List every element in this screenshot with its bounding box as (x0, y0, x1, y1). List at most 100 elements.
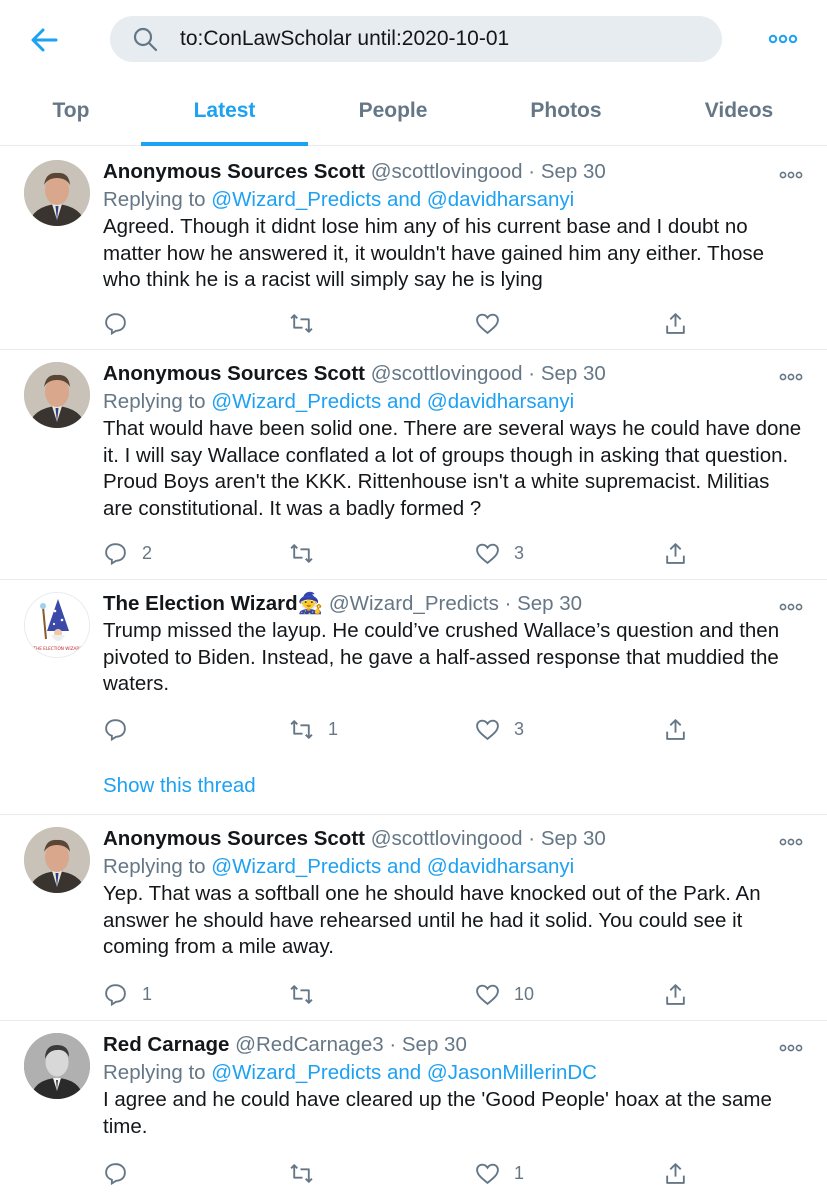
author-name[interactable]: The Election Wizard (103, 592, 298, 615)
show-thread-link[interactable]: Show this thread (103, 774, 256, 798)
search-query[interactable]: to:ConLawScholar until:2020-10-01 (180, 27, 509, 51)
like-button[interactable]: 1 (475, 1158, 524, 1188)
man-portrait-avatar[interactable] (24, 362, 90, 428)
author-name[interactable]: Anonymous Sources Scott (103, 160, 365, 183)
retweet-button[interactable] (289, 538, 328, 568)
tweet-date[interactable]: Sep 30 (541, 160, 606, 183)
share-button[interactable] (663, 538, 688, 568)
heart-icon (476, 984, 499, 1005)
share-icon (666, 718, 685, 740)
retweet-icon (290, 543, 313, 563)
like-count: 10 (514, 983, 535, 1004)
tweet[interactable]: Anonymous Sources Scott @scottlovingood … (0, 815, 827, 1021)
tweet-date[interactable]: Sep 30 (402, 1033, 467, 1056)
author-name[interactable]: Anonymous Sources Scott (103, 827, 365, 850)
more-options-icon[interactable] (768, 32, 798, 46)
active-tab-indicator (141, 142, 308, 146)
top-bar: to:ConLawScholar until:2020-10-01 Top La… (0, 0, 827, 148)
separator-dot: · (528, 160, 536, 183)
reply-button[interactable] (103, 714, 142, 744)
retweet-icon (290, 1163, 313, 1183)
man-portrait-avatar[interactable] (24, 160, 90, 226)
back-arrow-icon[interactable] (26, 22, 62, 58)
separator-dot: · (389, 1033, 397, 1056)
retweet-icon (290, 313, 313, 333)
share-button[interactable] (663, 979, 688, 1009)
tweet-actions: 1 (103, 1158, 703, 1188)
like-count: 3 (514, 718, 525, 739)
tweet-more-icon[interactable] (779, 370, 803, 382)
tab-top[interactable]: Top (30, 84, 112, 146)
tab-people[interactable]: People (335, 84, 451, 146)
tweet[interactable]: Anonymous Sources Scott @scottlovingood … (0, 148, 827, 350)
reply-count: 1 (142, 983, 153, 1004)
reply-button[interactable]: 1 (103, 979, 152, 1009)
tweet-more-icon[interactable] (779, 835, 803, 847)
share-button[interactable] (663, 1158, 688, 1188)
like-button[interactable]: 10 (475, 979, 534, 1009)
retweet-button[interactable]: 1 (289, 714, 338, 744)
retweet-icon (290, 719, 313, 739)
tweet-actions (103, 308, 703, 338)
reply-button[interactable] (103, 1158, 142, 1188)
share-button[interactable] (663, 308, 688, 338)
search-box[interactable]: to:ConLawScholar until:2020-10-01 (110, 16, 722, 62)
heart-icon (476, 313, 499, 334)
tab-latest[interactable]: Latest (141, 84, 308, 146)
reply-icon (105, 542, 126, 565)
bw-portrait-avatar[interactable] (24, 1033, 90, 1099)
tweet-text: Yep. That was a softball one he should h… (103, 882, 761, 958)
like-button[interactable] (475, 308, 514, 338)
tab-videos[interactable]: Videos (680, 84, 798, 146)
wizard-logo-avatar[interactable]: THE ELECTION WIZARD (24, 592, 90, 658)
replying-to: Replying to @Wizard_Predicts and @davidh… (103, 186, 803, 214)
retweet-icon (290, 984, 313, 1004)
tweet-date[interactable]: Sep 30 (541, 827, 606, 850)
tweet-date[interactable]: Sep 30 (541, 362, 606, 385)
like-button[interactable]: 3 (475, 714, 524, 744)
tweet[interactable]: Anonymous Sources Scott @scottlovingood … (0, 350, 827, 580)
tweet-text: I agree and he could have cleared up the… (103, 1088, 772, 1138)
reply-mentions[interactable]: @Wizard_Predicts and @JasonMillerinDC (211, 1061, 597, 1084)
tweet-date[interactable]: Sep 30 (517, 592, 582, 615)
reply-icon (105, 983, 126, 1006)
retweet-count: 1 (328, 718, 339, 739)
author-handle[interactable]: @Wizard_Predicts (329, 592, 499, 615)
author-handle[interactable]: @RedCarnage3 (235, 1033, 383, 1056)
tweet-more-icon[interactable] (779, 600, 803, 612)
tweet[interactable]: THE ELECTION WIZARD The Election Wizard🧙… (0, 580, 827, 815)
author-name[interactable]: Anonymous Sources Scott (103, 362, 365, 385)
reply-icon (105, 312, 126, 335)
tweet-more-icon[interactable] (779, 168, 803, 180)
tweet[interactable]: Red Carnage @RedCarnage3 · Sep 30 Replyi… (0, 1021, 827, 1200)
replying-to-label: Replying to (103, 855, 206, 878)
retweet-button[interactable] (289, 308, 328, 338)
share-button[interactable] (663, 714, 688, 744)
replying-to-label: Replying to (103, 188, 206, 211)
replying-to: Replying to @Wizard_Predicts and @davidh… (103, 388, 803, 416)
reply-mentions[interactable]: @Wizard_Predicts and @davidharsanyi (211, 855, 574, 878)
author-name[interactable]: Red Carnage (103, 1033, 229, 1056)
tweet-text: Trump missed the layup. He could’ve crus… (103, 619, 780, 695)
reply-mentions[interactable]: @Wizard_Predicts and @davidharsanyi (211, 390, 574, 413)
man-portrait-avatar[interactable] (24, 827, 90, 893)
reply-button[interactable]: 2 (103, 538, 152, 568)
like-count: 1 (514, 1162, 525, 1183)
reply-mentions[interactable]: @Wizard_Predicts and @davidharsanyi (211, 188, 574, 211)
separator-dot: · (528, 827, 536, 850)
retweet-button[interactable] (289, 1158, 328, 1188)
tab-photos[interactable]: Photos (505, 84, 627, 146)
heart-icon (476, 543, 499, 564)
replying-to: Replying to @Wizard_Predicts and @JasonM… (103, 1059, 803, 1087)
like-button[interactable]: 3 (475, 538, 524, 568)
search-icon (132, 26, 158, 52)
replying-to: Replying to @Wizard_Predicts and @davidh… (103, 853, 803, 881)
tweet-actions: 1 10 (103, 979, 703, 1009)
author-handle[interactable]: @scottlovingood (371, 160, 523, 183)
author-handle[interactable]: @scottlovingood (371, 827, 523, 850)
reply-button[interactable] (103, 308, 142, 338)
retweet-button[interactable] (289, 979, 328, 1009)
tweet-actions: 1 3 (103, 714, 703, 744)
author-handle[interactable]: @scottlovingood (371, 362, 523, 385)
tweet-more-icon[interactable] (779, 1041, 803, 1053)
